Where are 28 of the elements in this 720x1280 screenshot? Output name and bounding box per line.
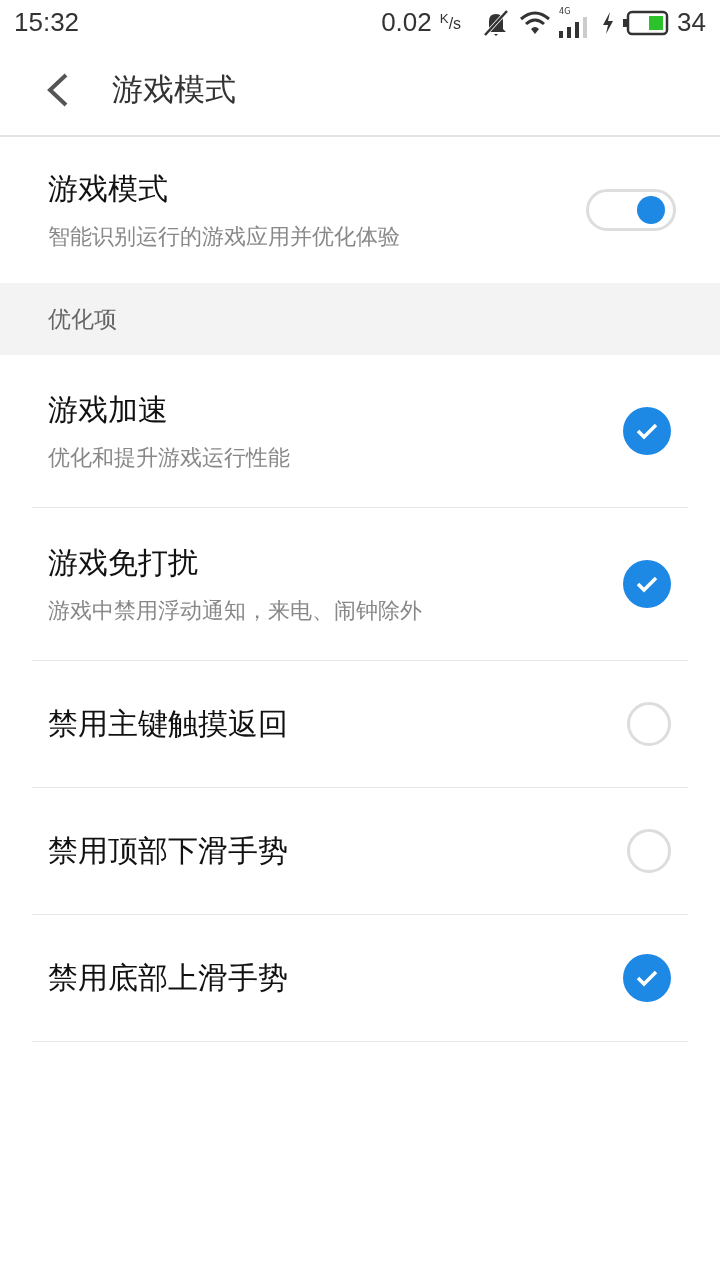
setting-title: 游戏模式 xyxy=(48,169,169,208)
checkmark-icon xyxy=(635,422,659,440)
option-description: 游戏中禁用浮动通知，来电、闹钟除外 xyxy=(48,596,422,625)
wifi-icon xyxy=(519,9,552,36)
speed-unit: $^{K}$/s xyxy=(439,11,462,34)
checkmark-icon xyxy=(635,969,659,987)
battery-percent: 34 xyxy=(677,7,706,38)
checkmark-icon xyxy=(635,575,659,593)
option-title: 游戏免打扰 xyxy=(48,543,199,582)
option-title: 禁用底部上滑手势 xyxy=(48,958,288,997)
network-type: 4G xyxy=(559,7,571,16)
section-header: 优化项 xyxy=(48,304,117,334)
toggle-switch[interactable] xyxy=(586,189,676,231)
battery-icon xyxy=(623,9,670,36)
network-speed: 0.02 xyxy=(381,7,432,38)
option-title: 游戏加速 xyxy=(48,390,169,429)
checkbox[interactable] xyxy=(623,954,671,1002)
checkbox[interactable] xyxy=(627,702,671,746)
option-title: 禁用顶部下滑手势 xyxy=(48,831,288,870)
checkbox[interactable] xyxy=(623,560,671,608)
option-title: 禁用主键触摸返回 xyxy=(48,704,288,743)
status-time: 15:32 xyxy=(14,7,80,38)
checkbox[interactable] xyxy=(627,829,671,873)
checkbox[interactable] xyxy=(623,407,671,455)
option-description: 优化和提升游戏运行性能 xyxy=(48,443,290,472)
page-title: 游戏模式 xyxy=(112,70,236,109)
setting-description: 智能识别运行的游戏应用并优化体验 xyxy=(48,222,400,251)
charging-icon xyxy=(601,10,616,35)
